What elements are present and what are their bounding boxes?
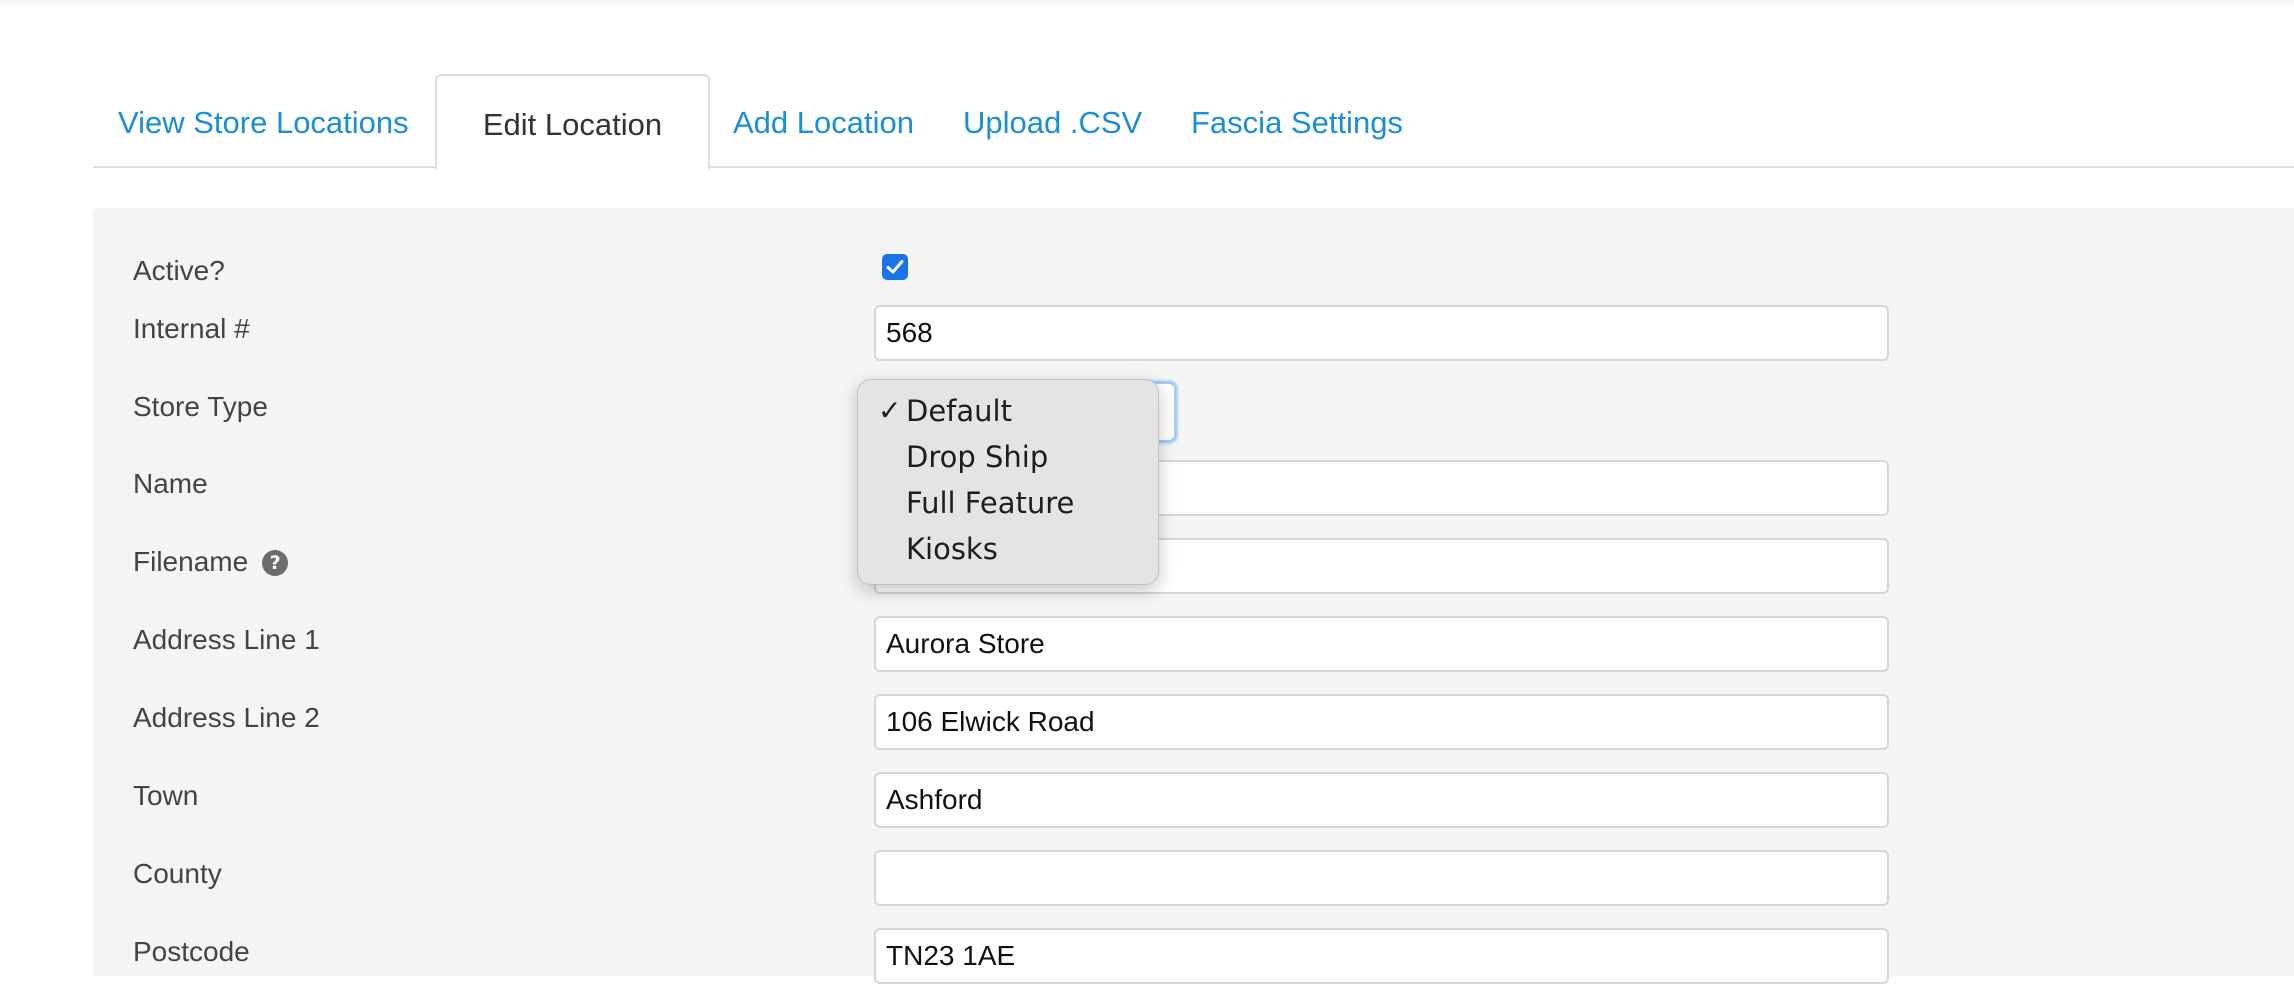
tab-upload-csv[interactable]: Upload .CSV: [963, 74, 1142, 168]
top-edge: [0, 0, 2294, 8]
question-circle-icon[interactable]: ?: [262, 550, 289, 576]
checkmark-icon: [886, 260, 904, 274]
internal-number-label: Internal #: [133, 313, 250, 344]
town-input[interactable]: [874, 772, 1889, 828]
selected-check-icon: ✓: [878, 394, 902, 427]
store-type-label: Store Type: [133, 391, 268, 422]
address-line-2-input[interactable]: [874, 694, 1889, 750]
address-line-1-label: Address Line 1: [133, 624, 320, 655]
active-label: Active?: [133, 255, 225, 286]
option-drop-ship[interactable]: Drop Ship: [906, 440, 1048, 474]
store-type-dropdown-menu: ✓ Default Drop Ship Full Feature Kiosks: [857, 379, 1159, 585]
tab-edit-location[interactable]: Edit Location: [435, 74, 710, 170]
edit-location-form: Active? Internal # Store Type Name Filen…: [93, 208, 2294, 984]
name-label: Name: [133, 468, 208, 499]
active-checkbox[interactable]: [882, 254, 908, 280]
county-label: County: [133, 858, 222, 889]
address-line-1-input[interactable]: [874, 616, 1889, 672]
option-full-feature[interactable]: Full Feature: [906, 486, 1074, 520]
postcode-label: Postcode: [133, 936, 250, 967]
tab-fascia-settings[interactable]: Fascia Settings: [1191, 74, 1403, 168]
tab-add-location[interactable]: Add Location: [733, 74, 914, 168]
address-line-2-label: Address Line 2: [133, 702, 320, 733]
option-default[interactable]: Default: [906, 394, 1012, 428]
tab-view-store-locations[interactable]: View Store Locations: [118, 74, 409, 168]
filename-label-text: Filename: [133, 546, 249, 577]
filename-label: Filename?: [133, 546, 289, 578]
town-label: Town: [133, 780, 199, 811]
internal-number-input[interactable]: [874, 305, 1889, 361]
county-input[interactable]: [874, 850, 1889, 906]
option-kiosks[interactable]: Kiosks: [906, 532, 998, 566]
tab-bar: View Store Locations Edit Location Add L…: [93, 74, 2294, 170]
